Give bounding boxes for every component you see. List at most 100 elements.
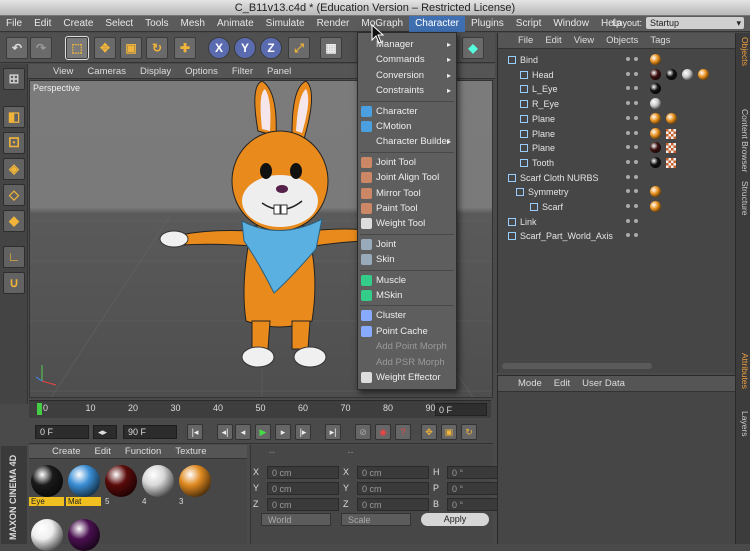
make-editable-icon[interactable]: ⊞ [3,68,25,90]
texture-tag-icon[interactable] [666,143,676,154]
frame-stepper[interactable]: ◂▸ [93,425,117,439]
object-row-head[interactable]: Head [498,68,736,83]
material-tag-icon[interactable] [698,68,709,80]
material-swatch[interactable] [68,465,100,497]
object-menu-view[interactable]: View [568,35,600,46]
menu-render[interactable]: Render [311,16,356,32]
object-row-plane[interactable]: Plane [498,112,736,127]
material-tag-icon[interactable] [650,127,661,139]
visibility-dots[interactable] [626,159,630,164]
object-row-scarf-cloth-nurbs[interactable]: Scarf Cloth NURBS [498,171,736,186]
material-tag-icon[interactable] [666,68,677,80]
apply-button[interactable]: Apply [421,513,489,526]
menu-item-paint-tool[interactable]: Paint Tool [358,201,456,216]
menu-item-constraints[interactable]: Constraints ▸ [358,83,456,98]
material-tag-icon[interactable] [650,112,661,124]
visibility-dots[interactable] [626,71,630,76]
menu-item-cluster[interactable]: Cluster [358,308,456,323]
layout-dropdown[interactable]: Startup [646,17,744,29]
menu-simulate[interactable]: Simulate [260,16,311,32]
menu-item-weight-effector[interactable]: Weight Effector [358,370,456,385]
menu-item-weight-tool[interactable]: Weight Tool [358,216,456,231]
viewport-menu-filter[interactable]: Filter [225,66,260,77]
add-object-icon[interactable]: ✚ [174,37,196,59]
menu-item-point-cache[interactable]: Point Cache [358,324,456,339]
polygons-mode-icon[interactable]: ◆ [3,210,25,232]
menu-character[interactable]: Character [409,15,465,32]
coordinate-system-icon[interactable]: ⤢ [288,37,310,59]
material-swatch[interactable] [31,465,63,497]
material-tag-icon[interactable] [650,83,661,95]
material-tag-icon[interactable] [650,156,661,168]
menu-item-skin[interactable]: Skin [358,252,456,267]
viewport-menu-cameras[interactable]: Cameras [80,66,133,77]
menu-item-character[interactable]: Character [358,104,456,119]
visibility-dots[interactable] [626,145,630,150]
coord-field[interactable]: 0 cm [267,481,339,495]
next-frame-icon[interactable]: ▸ [275,424,291,440]
move-icon[interactable]: ✥ [94,37,116,59]
menu-item-joint[interactable]: Joint [358,237,456,252]
object-menu-edit[interactable]: Edit [539,35,567,46]
side-tab-attributes[interactable]: Attributes [737,353,750,389]
live-selection-icon[interactable]: ⬚ [65,36,89,60]
material-menu-edit[interactable]: Edit [88,446,118,457]
current-frame-field[interactable]: 0 F [435,403,487,416]
menu-item-character-builder[interactable]: Character Builder ▸ [358,134,456,149]
menu-item-mirror-tool[interactable]: Mirror Tool [358,186,456,201]
menu-plugins[interactable]: Plugins [465,16,510,32]
render-picture-icon[interactable]: ◆ [462,37,484,59]
attribute-menu-user-data[interactable]: User Data [576,378,631,389]
visibility-dots[interactable] [626,130,630,135]
render-view-icon[interactable]: ▦ [320,37,342,59]
material-swatch[interactable] [179,465,211,497]
menu-item-commands[interactable]: Commands ▸ [358,52,456,67]
object-scrollbar[interactable] [502,363,652,369]
menu-select[interactable]: Select [99,16,139,32]
coord-field[interactable]: 0 cm [357,465,429,479]
scale-icon[interactable]: ▣ [120,37,142,59]
autokey-icon[interactable]: ◉ [375,424,391,440]
menu-item-mskin[interactable]: MSkin [358,288,456,303]
material-tag-icon[interactable] [682,68,693,80]
menu-script[interactable]: Script [510,16,548,32]
menu-window[interactable]: Window [547,16,595,32]
next-key-icon[interactable]: |▸ [295,424,311,440]
menu-item-cmotion[interactable]: CMotion [358,119,456,134]
side-tab-content-browser[interactable]: Content Browser [737,109,750,172]
coord-field[interactable]: 0 cm [267,497,339,511]
object-row-plane[interactable]: Plane [498,141,736,156]
material-tag-icon[interactable] [650,201,661,212]
y-axis-icon[interactable]: Y [234,37,256,59]
texture-mode-icon[interactable]: ⚀ [3,132,25,154]
material-tag-icon[interactable] [650,54,661,65]
coord-field[interactable]: 0 cm [267,465,339,479]
key-move-icon[interactable]: ✥ [421,424,437,440]
viewport-menu-options[interactable]: Options [178,66,225,77]
visibility-dots[interactable] [626,57,630,61]
object-row-r-eye[interactable]: R_Eye [498,97,736,112]
points-mode-icon[interactable]: ◈ [3,158,25,180]
material-swatch[interactable] [31,519,63,551]
model-mode-icon[interactable]: ◧ [3,106,25,128]
side-tab-layers[interactable]: Layers [737,411,750,437]
undo-icon[interactable]: ↶ [6,37,28,59]
visibility-dots[interactable] [626,115,630,120]
menu-edit[interactable]: Edit [28,16,57,32]
snap-icon[interactable]: ∪ [3,272,25,294]
z-axis-icon[interactable]: Z [260,37,282,59]
menu-item-joint-tool[interactable]: Joint Tool [358,155,456,170]
viewport-menu-view[interactable]: View [46,66,80,77]
end-frame-field[interactable]: 90 F [123,425,177,439]
side-tab-structure[interactable]: Structure [737,181,750,216]
object-row-plane[interactable]: Plane [498,127,736,142]
x-axis-icon[interactable]: X [208,37,230,59]
material-swatch[interactable] [105,465,137,497]
menu-mesh[interactable]: Mesh [175,16,211,32]
material-swatch[interactable] [68,519,100,551]
play-icon[interactable]: ▶ [255,424,271,440]
redo-icon[interactable]: ↷ [30,37,52,59]
coord-field[interactable]: 0 cm [357,497,429,511]
texture-tag-icon[interactable] [666,157,676,168]
texture-tag-icon[interactable] [666,128,676,139]
